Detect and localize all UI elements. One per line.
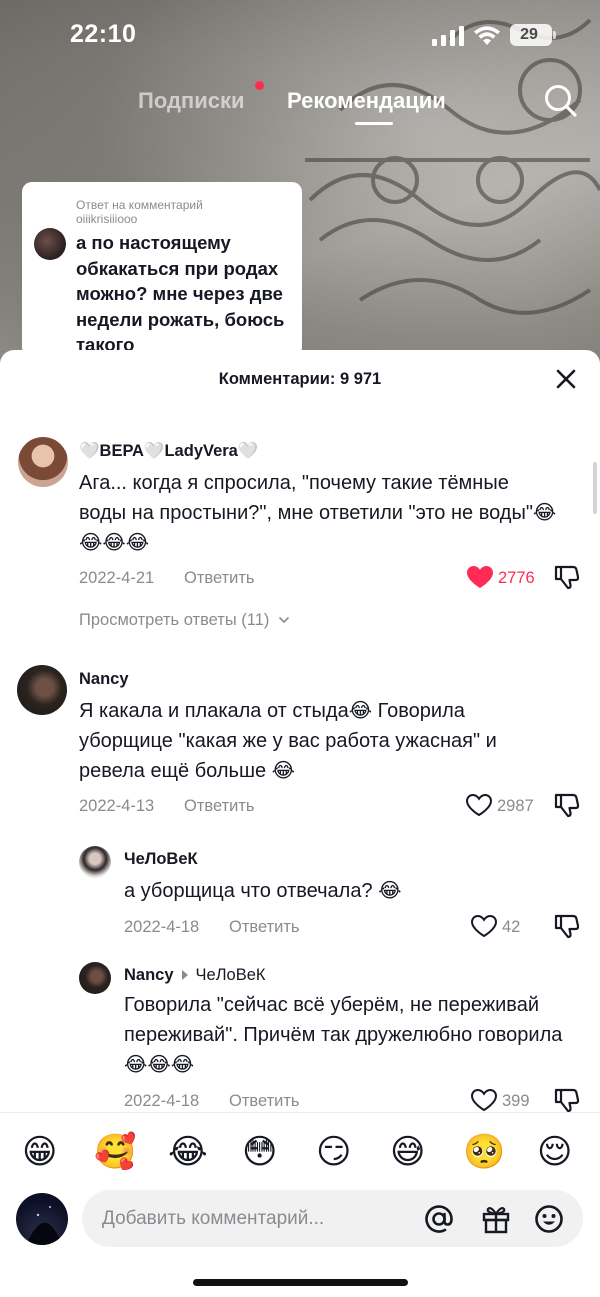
at-sign-icon[interactable]	[424, 1204, 454, 1234]
reply-card-text: а по настоящему обкакаться при родах мож…	[76, 232, 285, 355]
tab-following[interactable]: Подписки	[138, 88, 245, 114]
avatar[interactable]	[79, 846, 111, 878]
quick-emoji-button[interactable]: 😳	[242, 1130, 277, 1174]
view-replies-label: Просмотреть ответы (11)	[79, 611, 270, 629]
comment-input[interactable]: Добавить комментарий...	[82, 1190, 583, 1247]
thumbs-down-icon[interactable]	[554, 913, 580, 939]
scrollbar[interactable]	[593, 462, 597, 514]
comment-date: 2022-4-18	[124, 918, 200, 936]
smiley-icon[interactable]	[534, 1204, 564, 1234]
heart-icon[interactable]	[470, 1088, 498, 1112]
avatar[interactable]	[17, 665, 67, 715]
comment-date: 2022-4-18	[124, 1092, 200, 1110]
reply-button[interactable]: Ответить	[184, 569, 255, 588]
reply-button[interactable]: Ответить	[229, 918, 300, 937]
quick-emoji-row: 😁 🥰 😂 😳 😏 😅 🥺 😌	[0, 1130, 600, 1174]
comment-text: Я какала и плакала от стыда😂 Говорила уб…	[79, 700, 497, 782]
quick-emoji-button[interactable]: 😁	[22, 1130, 57, 1174]
quick-emoji-button[interactable]: 😅	[390, 1130, 425, 1174]
heart-icon[interactable]	[470, 914, 498, 938]
comment-username[interactable]: ЧеЛоВеК	[124, 850, 198, 869]
thumbs-down-icon[interactable]	[554, 792, 580, 818]
like-count: 2776	[498, 569, 535, 587]
heart-icon[interactable]	[466, 565, 494, 589]
avatar[interactable]	[18, 437, 68, 487]
comment-text: Говорила "сейчас всё уберём, не пережива…	[124, 994, 563, 1076]
heart-icon[interactable]	[465, 793, 493, 817]
reply-card-username: oiiikrisiiiooo	[76, 212, 138, 226]
gift-icon[interactable]	[481, 1204, 511, 1234]
battery-indicator: 29	[510, 24, 552, 46]
status-time: 22:10	[70, 20, 137, 48]
comment-username[interactable]: Nancy	[79, 670, 129, 689]
battery-nub	[553, 31, 556, 39]
thumbs-down-icon[interactable]	[554, 1087, 580, 1113]
quick-emoji-button[interactable]: 😂	[168, 1130, 208, 1174]
quick-emoji-button[interactable]: 🥺	[463, 1130, 505, 1174]
reply-card-label: Ответ на комментарий	[76, 198, 203, 212]
thumbs-down-icon[interactable]	[554, 564, 580, 590]
quick-emoji-button[interactable]: 😏	[316, 1130, 351, 1174]
avatar[interactable]	[16, 1193, 68, 1245]
notification-dot	[255, 81, 264, 90]
home-indicator	[193, 1279, 408, 1286]
cellular-signal-icon	[432, 26, 464, 46]
reply-comment-card[interactable]: Ответ на комментарий oiiikrisiiiooo а по…	[22, 182, 302, 357]
like-count: 42	[502, 918, 521, 936]
avatar[interactable]	[79, 962, 111, 994]
wifi-icon	[474, 26, 500, 45]
like-count: 399	[502, 1092, 530, 1110]
comment-text: а уборщица что отвечала? 😂	[124, 880, 402, 902]
reply-to-username[interactable]: ЧеЛоВеК	[196, 966, 266, 984]
avatar	[34, 228, 66, 260]
comment-username[interactable]: Nancy	[124, 966, 174, 984]
search-icon[interactable]	[542, 82, 578, 118]
chevron-down-icon	[278, 616, 290, 624]
status-bar: 22:10 29	[0, 0, 600, 70]
active-tab-indicator	[355, 122, 393, 125]
comments-title: Комментарии: 9 971	[218, 370, 382, 388]
comment-username[interactable]: 🤍ВЕРА🤍LadyVera🤍	[79, 442, 258, 461]
reply-button[interactable]: Ответить	[184, 797, 255, 816]
quick-emoji-button[interactable]: 🥰	[94, 1130, 136, 1174]
reply-button[interactable]: Ответить	[229, 1092, 300, 1111]
reply-header: Nancy ЧеЛоВеК	[124, 966, 266, 985]
reply-arrow-icon	[181, 970, 188, 981]
comment-input-placeholder: Добавить комментарий...	[102, 1208, 325, 1229]
quick-emoji-button[interactable]: 😌	[537, 1130, 572, 1174]
battery-level: 29	[520, 26, 538, 43]
comment-date: 2022-4-13	[79, 797, 155, 815]
view-replies-button[interactable]: Просмотреть ответы (11)	[79, 611, 290, 630]
like-count: 2987	[497, 797, 534, 815]
tab-for-you[interactable]: Рекомендации	[287, 88, 446, 114]
close-icon[interactable]	[553, 366, 579, 392]
comment-text: Ага... когда я спросила, "почему такие т…	[79, 472, 557, 554]
comment-date: 2022-4-21	[79, 569, 155, 587]
avatar-silhouette	[26, 1206, 62, 1245]
